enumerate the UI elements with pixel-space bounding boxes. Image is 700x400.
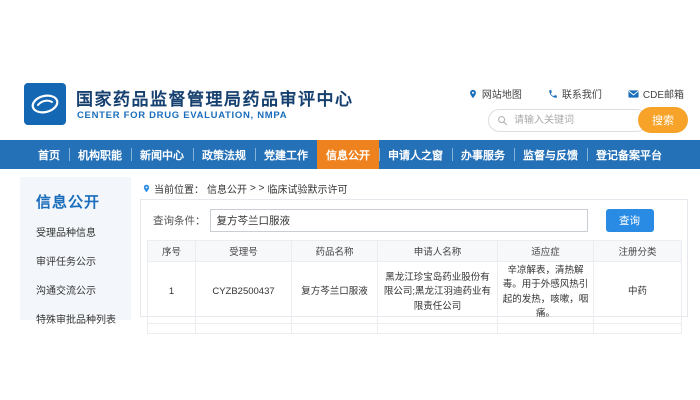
cell-registration-class: 中药 [594, 262, 682, 324]
col-header-seq: 序号 [148, 241, 196, 262]
cell-drug-name: 复方芩兰口服液 [292, 262, 378, 324]
nav-item-services[interactable]: 办事服务 [452, 140, 514, 169]
table-header-row: 序号 受理号 药品名称 申请人名称 适应症 注册分类 [148, 241, 682, 262]
sitemap-link[interactable]: 网站地图 [468, 86, 522, 101]
nav-item-registration-platform[interactable]: 登记备案平台 [587, 140, 671, 169]
query-label: 查询条件： [153, 213, 206, 228]
breadcrumb-separator: > > [250, 183, 264, 194]
cde-mail-label: CDE邮箱 [643, 86, 684, 101]
site-title: 国家药品监督管理局药品审评中心 [76, 85, 354, 110]
contact-link[interactable]: 联系我们 [548, 86, 602, 101]
cde-mail-link[interactable]: CDE邮箱 [628, 86, 684, 101]
table-row: 1 CYZB2500437 复方芩兰口服液 黑龙江珍宝岛药业股份有限公司;黑龙江… [148, 262, 682, 324]
breadcrumb-pin-icon [142, 183, 151, 194]
cell-indication: 辛凉解表，清热解毒。用于外感风热引起的发热，咳嗽，咽痛。 [498, 262, 594, 324]
sitemap-label: 网站地图 [482, 86, 522, 101]
breadcrumb-prefix: 当前位置： [154, 181, 204, 196]
phone-icon [548, 89, 558, 99]
table-empty-row [148, 324, 682, 334]
col-header-drug-name: 药品名称 [292, 241, 378, 262]
cde-logo-icon[interactable] [24, 83, 66, 125]
logo-swoosh-icon [29, 88, 61, 120]
cell-applicant: 黑龙江珍宝岛药业股份有限公司;黑龙江羽迪药业有限责任公司 [378, 262, 498, 324]
nav-item-functions[interactable]: 机构职能 [69, 140, 131, 169]
contact-label: 联系我们 [562, 86, 602, 101]
col-header-registration-class: 注册分类 [594, 241, 682, 262]
envelope-icon [628, 89, 639, 99]
sidebar-item-accepted-varieties[interactable]: 受理品种信息 [36, 224, 131, 239]
sidebar: 信息公开 受理品种信息 审评任务公示 沟通交流公示 特殊审批品种列表 [20, 177, 131, 320]
query-row: 查询条件： 查询 [153, 209, 679, 232]
header-links: 网站地图 联系我们 CDE邮箱 [468, 86, 684, 101]
sidebar-item-special-approval[interactable]: 特殊审批品种列表 [36, 311, 131, 326]
col-header-indication: 适应症 [498, 241, 594, 262]
nav-item-news[interactable]: 新闻中心 [131, 140, 193, 169]
nav-item-party[interactable]: 党建工作 [255, 140, 317, 169]
col-header-acceptance-no: 受理号 [196, 241, 292, 262]
location-pin-icon [468, 89, 478, 99]
query-input[interactable] [210, 209, 588, 232]
breadcrumb-section[interactable]: 信息公开 [207, 181, 247, 196]
col-header-applicant: 申请人名称 [378, 241, 498, 262]
cell-acceptance-no: CYZB2500437 [196, 262, 292, 324]
page: 国家药品监督管理局药品审评中心 CENTER FOR DRUG EVALUATI… [0, 0, 700, 400]
search-icon [497, 115, 508, 126]
sidebar-item-communication[interactable]: 沟通交流公示 [36, 282, 131, 297]
search-button[interactable]: 搜索 [638, 107, 688, 133]
nav-item-info-disclosure[interactable]: 信息公开 [317, 140, 379, 169]
main-nav: 首页 机构职能 新闻中心 政策法规 党建工作 信息公开 申请人之窗 办事服务 监… [0, 140, 700, 169]
site-header: 国家药品监督管理局药品审评中心 CENTER FOR DRUG EVALUATI… [0, 80, 700, 138]
results-table: 序号 受理号 药品名称 申请人名称 适应症 注册分类 1 CYZB2500437… [147, 240, 682, 334]
sidebar-item-review-tasks[interactable]: 审评任务公示 [36, 253, 131, 268]
header-search: 搜索 [488, 107, 688, 133]
sidebar-title: 信息公开 [36, 191, 131, 212]
results-panel: 查询条件： 查询 序号 受理号 药品名称 申请人名称 适应症 注册分类 [140, 199, 688, 317]
search-input[interactable] [488, 109, 648, 132]
nav-item-home[interactable]: 首页 [29, 140, 69, 169]
nav-item-policies[interactable]: 政策法规 [193, 140, 255, 169]
breadcrumb: 当前位置： 信息公开 > > 临床试验默示许可 [142, 181, 347, 196]
nav-item-supervision[interactable]: 监督与反馈 [514, 140, 587, 169]
cell-seq: 1 [148, 262, 196, 324]
query-button[interactable]: 查询 [606, 209, 654, 232]
nav-item-applicant-window[interactable]: 申请人之窗 [379, 140, 452, 169]
breadcrumb-current: 临床试验默示许可 [267, 181, 347, 196]
site-subtitle: CENTER FOR DRUG EVALUATION, NMPA [77, 110, 287, 121]
